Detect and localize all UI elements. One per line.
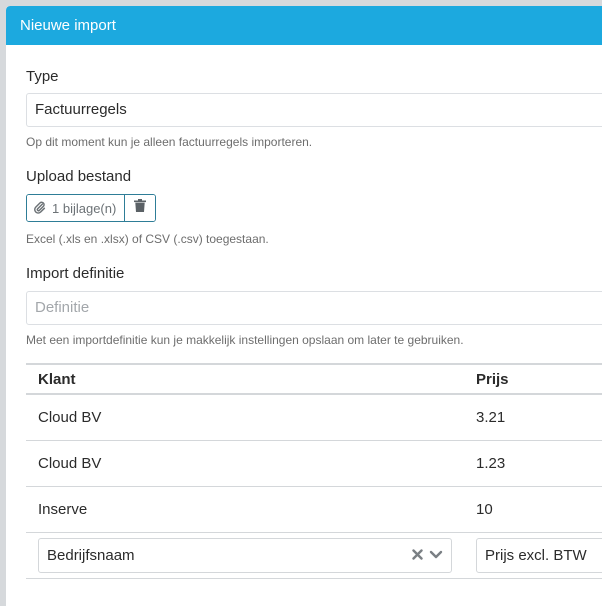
column-mapping-row: Bedrijfsnaam Prijs excl. BTW bbox=[26, 532, 602, 579]
attachment-button[interactable]: 1 bijlage(n) bbox=[27, 195, 126, 221]
chevron-down-icon[interactable] bbox=[429, 547, 443, 564]
table-header-row: Klant Prijs bbox=[26, 363, 602, 395]
table-cell: 3.21 bbox=[464, 394, 602, 441]
type-label: Type bbox=[26, 68, 59, 85]
type-help-text: Op dit moment kun je alleen factuurregel… bbox=[26, 135, 313, 149]
table-cell: Inserve bbox=[26, 486, 464, 533]
preview-table: Klant Prijs Cloud BV 3.21 Cloud BV 1.23 … bbox=[26, 363, 602, 579]
klant-mapping-select[interactable]: Bedrijfsnaam bbox=[38, 537, 452, 573]
table-cell: Cloud BV bbox=[26, 440, 464, 487]
table-row: Cloud BV 1.23 bbox=[26, 440, 602, 487]
type-select[interactable]: Factuurregels bbox=[26, 93, 602, 127]
import-modal: Nieuwe import Type Factuurregels Op dit … bbox=[6, 6, 602, 606]
klant-mapping-value: Bedrijfsnaam bbox=[47, 546, 135, 564]
modal-title: Nieuwe import bbox=[6, 6, 602, 45]
prijs-mapping-value: Prijs excl. BTW bbox=[485, 546, 587, 564]
attachment-count: 1 bijlage(n) bbox=[52, 200, 117, 216]
table-row: Cloud BV 3.21 bbox=[26, 394, 602, 441]
table-row: Inserve 10 bbox=[26, 486, 602, 533]
column-header-klant: Klant bbox=[26, 363, 464, 395]
table-cell: 1.23 bbox=[464, 440, 602, 487]
table-cell: 10 bbox=[464, 486, 602, 533]
paperclip-icon bbox=[33, 200, 52, 217]
upload-label: Upload bestand bbox=[26, 168, 132, 185]
definition-label: Import definitie bbox=[26, 265, 125, 282]
attachment-button-group: 1 bijlage(n) bbox=[26, 194, 157, 222]
prijs-mapping-select[interactable]: Prijs excl. BTW bbox=[476, 537, 602, 573]
table-cell: Cloud BV bbox=[26, 394, 464, 441]
clear-x-icon[interactable] bbox=[412, 547, 423, 564]
definition-select[interactable]: Definitie bbox=[26, 291, 602, 325]
trash-icon bbox=[134, 199, 147, 217]
definition-help-text: Met een importdefinitie kun je makkelijk… bbox=[26, 333, 464, 347]
upload-help-text: Excel (.xls en .xlsx) of CSV (.csv) toeg… bbox=[26, 232, 269, 246]
delete-attachment-button[interactable] bbox=[125, 195, 156, 221]
column-header-prijs: Prijs bbox=[464, 363, 602, 395]
